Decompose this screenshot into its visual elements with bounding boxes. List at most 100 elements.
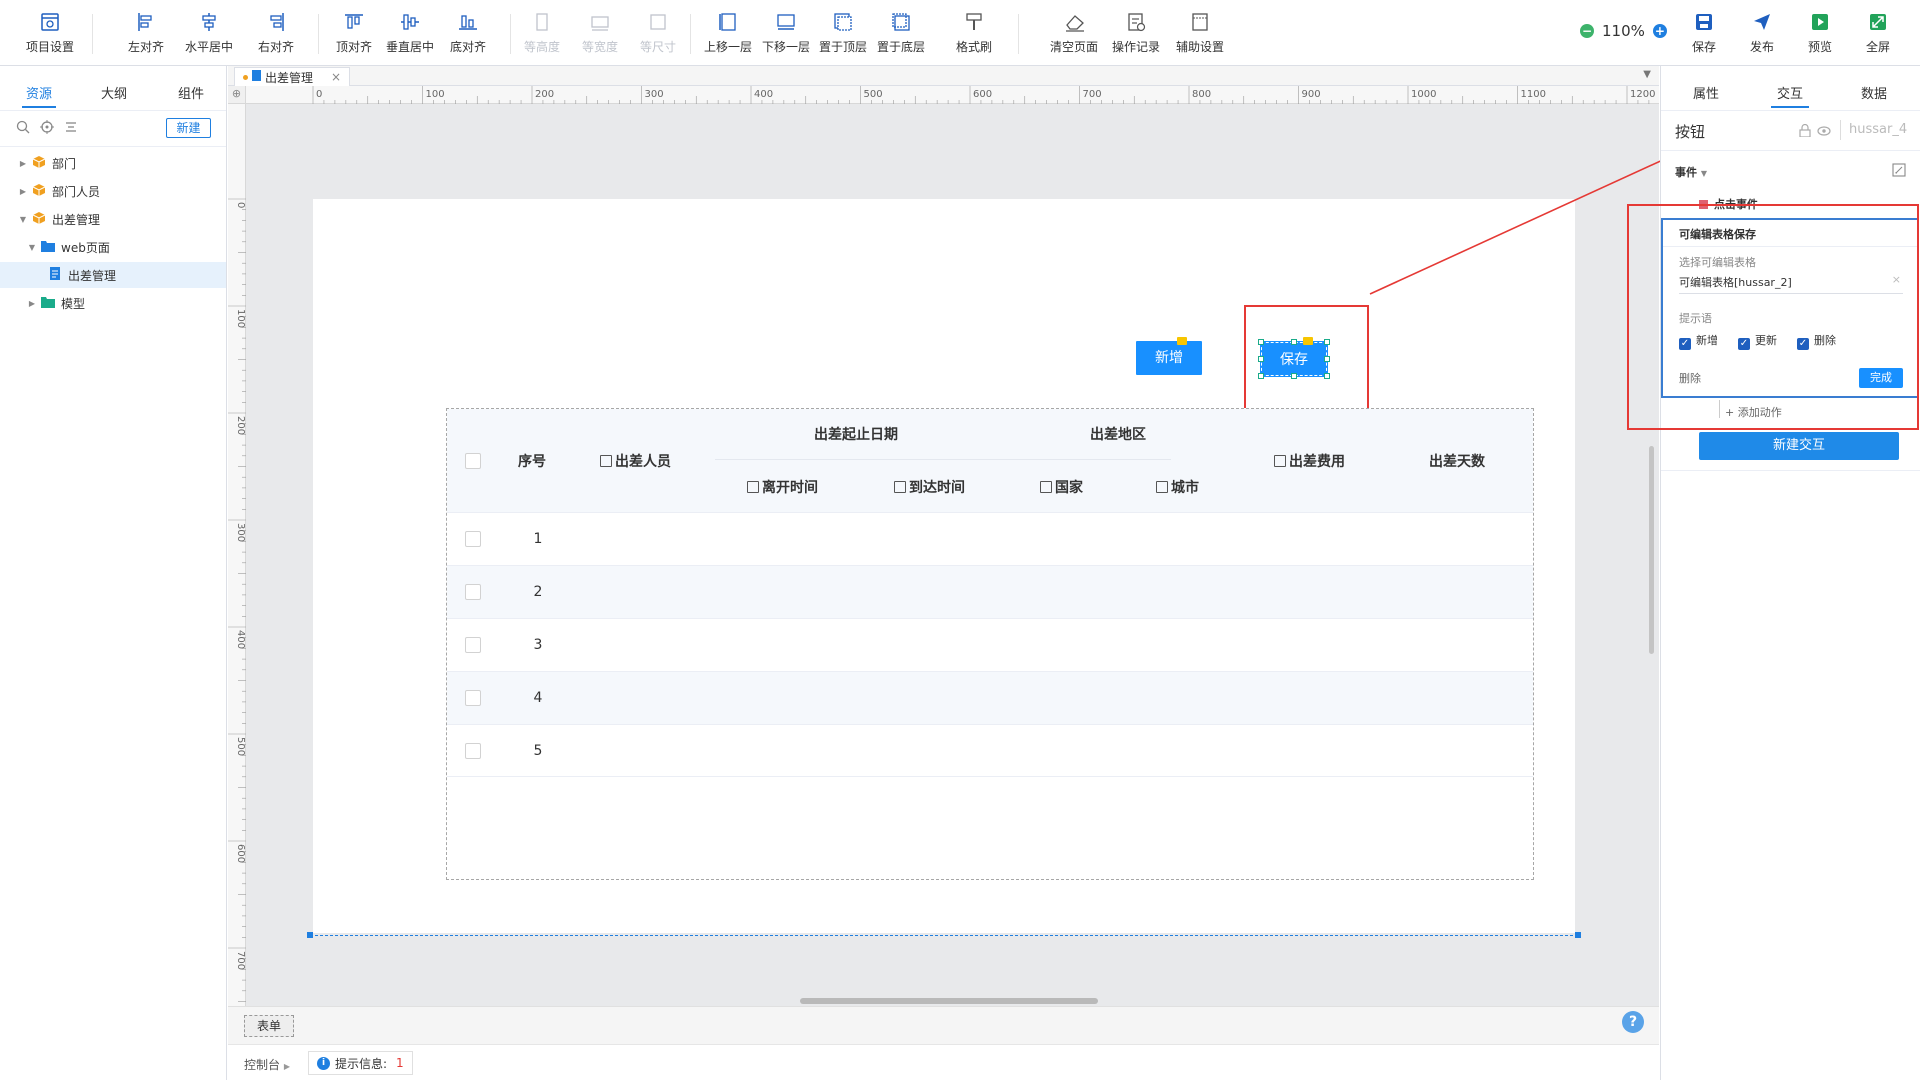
- row-checkbox[interactable]: [465, 690, 481, 706]
- toolbar-align-left[interactable]: 左对齐: [118, 0, 174, 66]
- ruler-corner-crosshair-icon[interactable]: ⊕: [228, 86, 246, 104]
- header-text: 城市: [1171, 480, 1199, 496]
- header-days: 出差天数: [1429, 454, 1485, 470]
- right-panel: 属性 交互 数据 按钮 hussar_4 事件 ▼ 点击事件 可编辑表格保存 选…: [1627, 66, 1920, 1080]
- tree-item-travel-management[interactable]: ▼ 出差管理: [0, 206, 226, 232]
- events-section[interactable]: 事件 ▼: [1675, 164, 1707, 180]
- vertical-scrollbar[interactable]: [1649, 446, 1654, 654]
- tab-properties[interactable]: 属性: [1693, 83, 1719, 102]
- ruler-label: 400: [754, 89, 773, 100]
- toolbar-align-bottom[interactable]: 底对齐: [440, 0, 496, 66]
- header-group-region: 出差地区: [1090, 427, 1146, 443]
- header-text: 出差人员: [615, 454, 671, 470]
- toolbar-guides-settings[interactable]: 辅助设置: [1172, 0, 1228, 66]
- toolbar-align-hcenter[interactable]: 水平居中: [176, 0, 242, 66]
- toolbar-send-to-back[interactable]: 置于底层: [875, 0, 927, 66]
- selection-handle[interactable]: [1575, 932, 1581, 938]
- locate-icon[interactable]: [40, 120, 54, 137]
- selection-handle[interactable]: [307, 932, 313, 938]
- toolbar-bring-to-front[interactable]: 置于顶层: [817, 0, 869, 66]
- preview-icon: [1810, 11, 1830, 33]
- tab-interaction[interactable]: 交互: [1777, 83, 1803, 102]
- publish-button[interactable]: 发布: [1742, 0, 1782, 66]
- tab-outline[interactable]: 大纲: [101, 83, 127, 102]
- toolbar-align-vcenter[interactable]: 垂直居中: [382, 0, 438, 66]
- table-row[interactable]: 3: [447, 618, 1533, 671]
- lock-icon[interactable]: [1799, 123, 1811, 140]
- table-row[interactable]: 4: [447, 671, 1533, 724]
- toolbar-history[interactable]: 操作记录: [1108, 0, 1164, 66]
- close-icon[interactable]: ×: [331, 70, 341, 84]
- highlight-box-action: [1627, 204, 1919, 430]
- edit-icon: [600, 455, 612, 467]
- doc-tab-active[interactable]: 出差管理 ×: [234, 67, 351, 86]
- toolbar-divider: [690, 14, 691, 54]
- expand-panel-icon[interactable]: [1892, 163, 1906, 180]
- component-id-input[interactable]: hussar_4: [1849, 122, 1907, 137]
- header-text: 国家: [1055, 480, 1083, 496]
- header-index: 序号: [518, 454, 546, 470]
- save-button[interactable]: 保存: [1684, 0, 1724, 66]
- new-interaction-button[interactable]: 新建交互: [1699, 432, 1899, 460]
- info-message-badge[interactable]: i 提示信息: 1: [308, 1051, 413, 1075]
- toolbar-project-settings[interactable]: 项目设置: [18, 0, 82, 66]
- preview-button[interactable]: 预览: [1800, 0, 1840, 66]
- table-row[interactable]: 1: [447, 512, 1533, 565]
- row-checkbox[interactable]: [465, 531, 481, 547]
- tab-resources[interactable]: 资源: [26, 83, 52, 102]
- toolbar-align-top[interactable]: 顶对齐: [326, 0, 382, 66]
- edit-icon: [1040, 481, 1052, 493]
- collapse-all-icon[interactable]: [64, 120, 78, 137]
- zoom-out-icon[interactable]: −: [1580, 24, 1594, 38]
- header-city: 城市: [1156, 477, 1199, 497]
- canvas-add-button[interactable]: 新增: [1136, 341, 1202, 375]
- new-resource-button[interactable]: 新建: [166, 118, 211, 138]
- tab-data[interactable]: 数据: [1861, 83, 1887, 102]
- toolbar-align-right[interactable]: 右对齐: [248, 0, 304, 66]
- tree-item-department[interactable]: ▶ 部门: [0, 150, 226, 176]
- table-row[interactable]: 2: [447, 565, 1533, 618]
- toolbar-move-down-layer[interactable]: 下移一层: [760, 0, 812, 66]
- ruler-label: 100: [426, 89, 445, 100]
- align-left-icon: [136, 11, 156, 33]
- console-toggle[interactable]: 控制台 ▶: [244, 1056, 290, 1073]
- toolbar-same-height[interactable]: 等高度: [518, 0, 566, 66]
- same-width-icon: [590, 11, 610, 33]
- toolbar-same-width[interactable]: 等宽度: [576, 0, 624, 66]
- tree-label: 模型: [61, 296, 86, 311]
- toolbar-move-up-layer[interactable]: 上移一层: [702, 0, 754, 66]
- tree-item-department-staff[interactable]: ▶ 部门人员: [0, 178, 226, 204]
- editable-table[interactable]: 序号 出差人员 出差起止日期 出差地区 离开时间 到达时间 国家 城市 出差费用…: [446, 408, 1534, 880]
- fullscreen-button[interactable]: 全屏: [1858, 0, 1898, 66]
- bring-to-front-icon: [833, 11, 853, 33]
- select-all-checkbox[interactable]: [465, 453, 481, 469]
- row-checkbox[interactable]: [465, 743, 481, 759]
- form-tab[interactable]: 表单: [244, 1015, 294, 1037]
- row-checkbox[interactable]: [465, 637, 481, 653]
- tree-label: 部门: [52, 156, 77, 171]
- help-icon[interactable]: ?: [1622, 1011, 1644, 1033]
- eraser-icon: [1064, 11, 1084, 33]
- move-up-layer-icon: [718, 11, 738, 33]
- zoom-control: − 110% +: [1580, 22, 1667, 40]
- toolbar-same-size[interactable]: 等尺寸: [634, 0, 682, 66]
- zoom-in-icon[interactable]: +: [1652, 24, 1667, 38]
- toolbar-format-painter[interactable]: 格式刷: [948, 0, 1000, 66]
- info-count: 1: [396, 1056, 404, 1070]
- tabs-dropdown-icon[interactable]: ▼: [1643, 69, 1651, 80]
- tree-item-travel-page[interactable]: 出差管理: [0, 262, 226, 288]
- ruler-left: 0 100 200 300 400 500 600 700: [228, 104, 246, 1006]
- component-type: 按钮: [1675, 123, 1706, 141]
- tab-components[interactable]: 组件: [178, 83, 204, 102]
- row-checkbox[interactable]: [465, 584, 481, 600]
- visibility-icon[interactable]: [1817, 125, 1831, 139]
- horizontal-scrollbar[interactable]: [800, 998, 1098, 1004]
- table-row[interactable]: 5: [447, 724, 1533, 777]
- tree-item-web-pages[interactable]: ▼ web页面: [0, 234, 226, 260]
- left-panel: 资源 大纲 组件 新建 ▶ 部门 ▶ 部门人员 ▼ 出差管理 ▼ web页面 出…: [0, 66, 227, 1080]
- tree-item-models[interactable]: ▶ 模型: [0, 290, 226, 316]
- toolbar-clear-page[interactable]: 清空页面: [1046, 0, 1102, 66]
- search-icon[interactable]: [16, 120, 30, 137]
- ruler-label: 300: [645, 89, 664, 100]
- event-flag-icon: [1177, 337, 1187, 345]
